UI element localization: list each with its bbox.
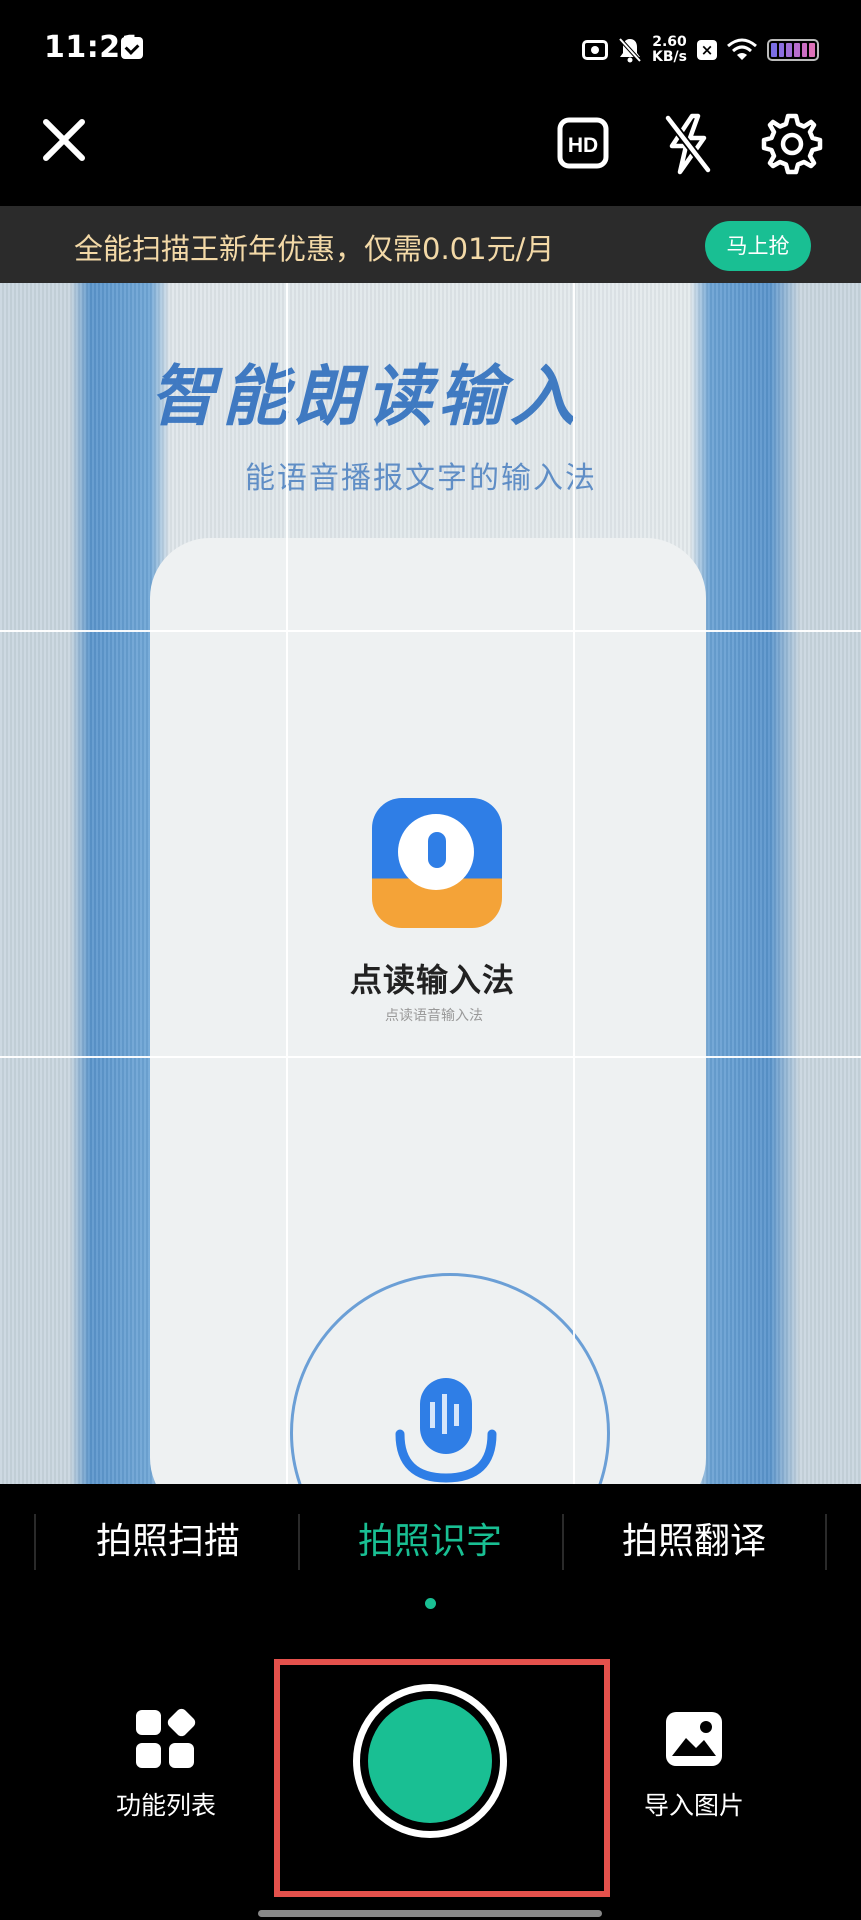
camera-scan-screen: 11:21 2.60 KB/s × HD 全能扫描王新年优惠，仅需0.01元/月… (0, 0, 861, 1920)
net-speed-value: 2.60 (652, 34, 687, 50)
grid-line-horizontal-1 (0, 630, 861, 632)
tab-divider (825, 1514, 827, 1570)
active-mode-indicator (425, 1598, 436, 1609)
shutter-inner (368, 1699, 492, 1823)
tab-photo-scan[interactable]: 拍照扫描 (36, 1512, 300, 1572)
status-bar: 11:21 2.60 KB/s × (0, 0, 861, 100)
flash-off-icon (664, 113, 712, 175)
import-image-label: 导入图片 (643, 1791, 744, 1820)
close-icon (43, 119, 85, 161)
tab-photo-translate[interactable]: 拍照翻译 (562, 1512, 826, 1572)
microphone-icon (395, 1378, 497, 1483)
viewfinder-subheading: 能语音播报文字的输入法 (245, 461, 597, 496)
grid-line-horizontal-2 (0, 1056, 861, 1058)
promo-grab-button[interactable]: 马上抢 (705, 221, 811, 271)
net-speed: 2.60 KB/s (652, 35, 687, 65)
x-box-icon: × (697, 40, 717, 60)
wifi-icon (727, 38, 757, 62)
hd-icon: HD (557, 117, 609, 169)
hd-toggle-button[interactable]: HD (556, 116, 612, 172)
promo-text: 全能扫描王新年优惠，仅需0.01元/月 (74, 232, 555, 266)
function-grid-icon (136, 1706, 198, 1768)
app-logo-icon (372, 798, 502, 928)
home-indicator[interactable] (258, 1910, 602, 1917)
import-image-button[interactable]: 导入图片 (632, 1710, 756, 1820)
flash-button[interactable] (660, 112, 716, 176)
net-speed-unit: KB/s (652, 49, 687, 65)
settings-button[interactable] (760, 112, 824, 176)
close-button[interactable] (36, 112, 92, 168)
camera-icon (582, 40, 609, 60)
viewfinder-app-label: 点读输入法 (350, 961, 516, 999)
message-icon (121, 37, 143, 59)
grid-line-vertical-2 (573, 283, 575, 1484)
camera-viewfinder[interactable]: 智能朗读输入 能语音播报文字的输入法 点读输入法 点读语音输入法 (0, 283, 861, 1484)
image-icon (666, 1712, 722, 1766)
hd-label: HD (568, 134, 598, 157)
gear-icon (761, 113, 823, 175)
tab-photo-ocr[interactable]: 拍照识字 (298, 1512, 562, 1572)
promo-banner[interactable]: 全能扫描王新年优惠，仅需0.01元/月 马上抢 (0, 206, 861, 283)
function-list-label: 功能列表 (115, 1791, 216, 1820)
status-icons: 2.60 KB/s × (582, 30, 819, 70)
shutter-button[interactable] (353, 1684, 507, 1838)
viewfinder-heading: 智能朗读输入 (150, 358, 582, 435)
battery-icon (767, 39, 819, 61)
mute-icon (618, 37, 642, 63)
function-list-button[interactable]: 功能列表 (104, 1706, 228, 1820)
viewfinder-app-tagline: 点读语音输入法 (385, 1008, 483, 1024)
mode-tabs: 拍照扫描 拍照识字 拍照翻译 (0, 1484, 861, 1604)
grid-line-vertical-1 (286, 283, 288, 1484)
